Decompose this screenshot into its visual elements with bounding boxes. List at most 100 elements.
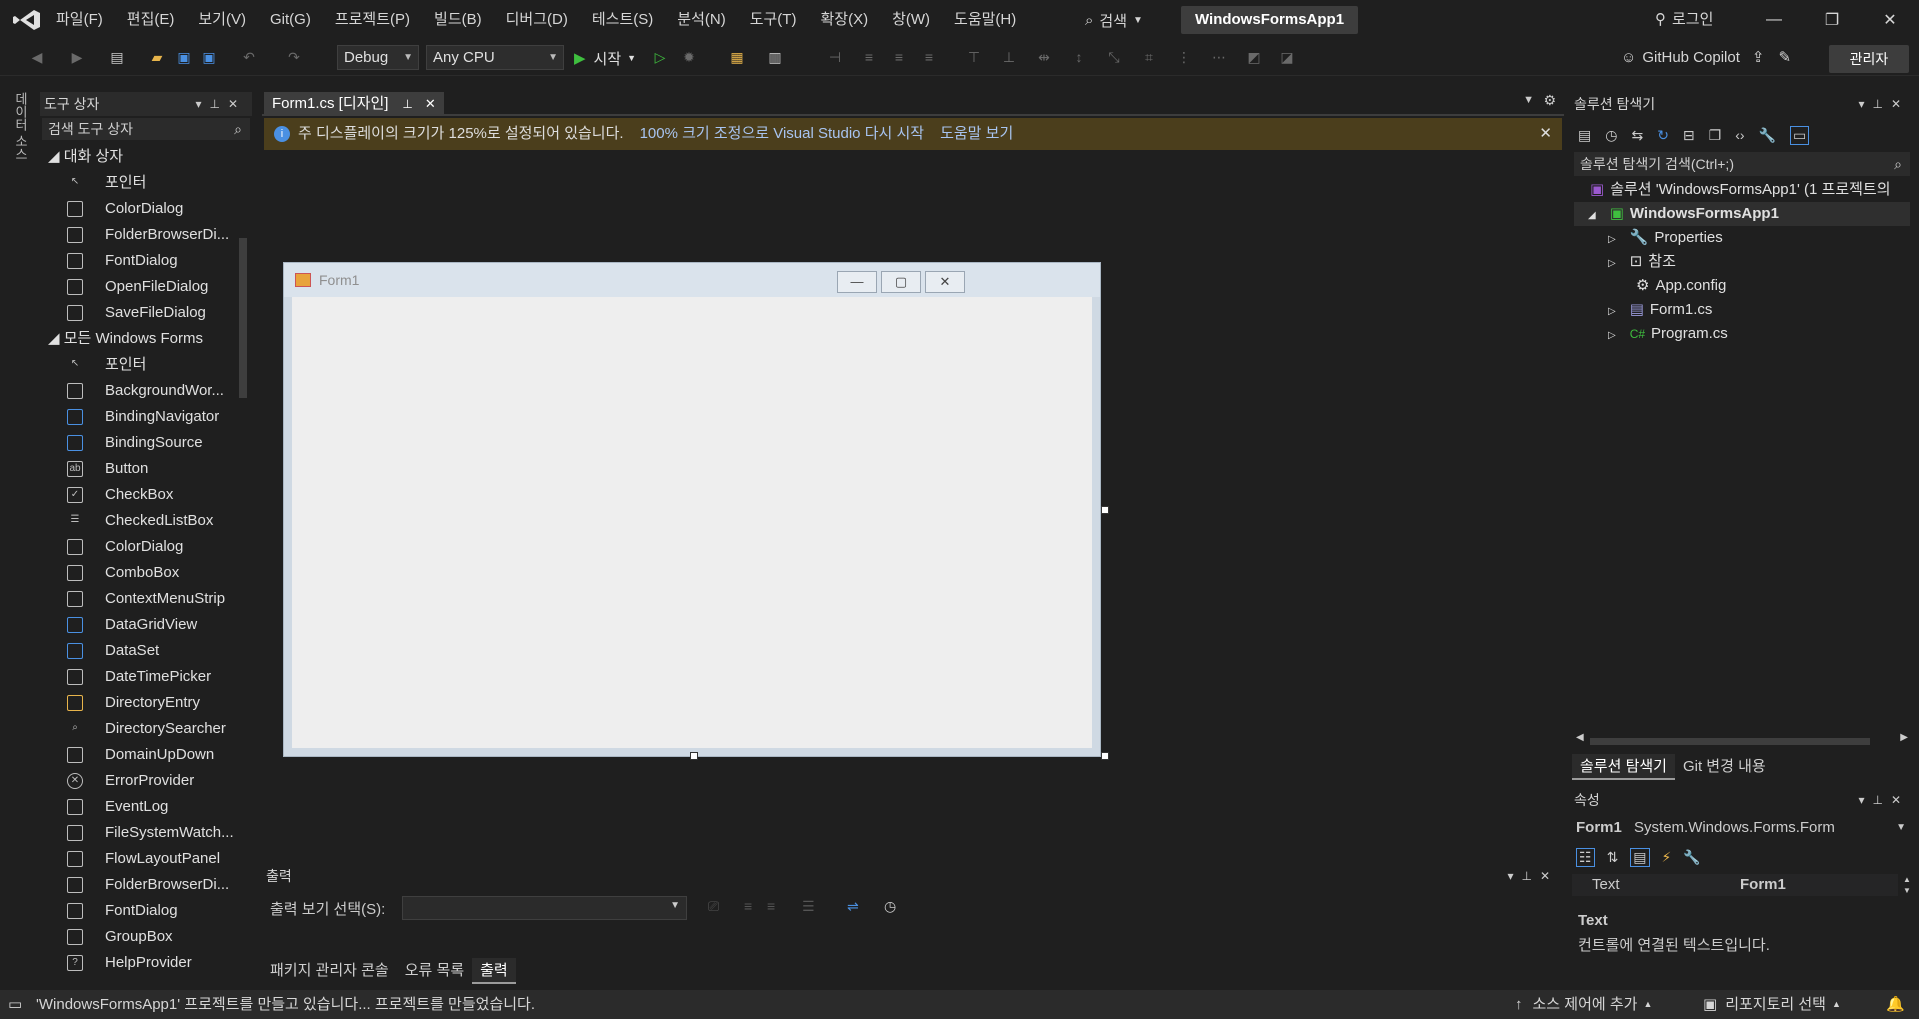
toolbox-item[interactable]: ContextMenuStrip	[40, 586, 235, 612]
forward-icon[interactable]: ▶	[68, 48, 86, 66]
panel-controls[interactable]: ▾⊥✕	[1507, 864, 1558, 888]
tree-item-properties[interactable]: ▷ 🔧 Properties	[1574, 226, 1910, 250]
properties-scrollbar[interactable]: ▲ ▼	[1902, 874, 1912, 898]
select-repository-button[interactable]: ▣ 리포지토리 선택 ▲	[1703, 990, 1841, 1019]
designer-form[interactable]: Form1 — ▢ ✕	[283, 262, 1101, 757]
property-pages-icon[interactable]: 🔧	[1683, 849, 1700, 866]
toolbox-item[interactable]: BackgroundWor...	[40, 378, 235, 404]
scrollbar-thumb[interactable]	[239, 238, 247, 398]
prev-message-icon[interactable]: ≡	[744, 898, 752, 914]
menu-debug[interactable]: 디버그(D)	[494, 0, 580, 40]
toolbox-item[interactable]: EventLog	[40, 794, 235, 820]
tree-item-references[interactable]: ▷ ⊡ 참조	[1574, 250, 1910, 274]
help-link[interactable]: 도움말 보기	[940, 125, 1013, 142]
properties-icon[interactable]: 🔧	[1759, 127, 1776, 144]
horizontal-scrollbar[interactable]: ◀ ▶	[1574, 732, 1910, 747]
switch-views-icon[interactable]: ▤	[1578, 127, 1591, 144]
panel-controls[interactable]: ▾⊥✕	[195, 92, 246, 116]
tree-item-appconfig[interactable]: ⚙ App.config	[1574, 274, 1910, 298]
snap-grid-icon[interactable]: ⌗	[1140, 48, 1158, 66]
back-icon[interactable]: ◀	[28, 48, 46, 66]
history-icon[interactable]: ◷	[1605, 127, 1617, 144]
close-icon[interactable]: ✕	[1539, 118, 1552, 150]
sync-icon[interactable]: ⇆	[1631, 127, 1643, 144]
categorized-icon[interactable]: ☷	[1576, 847, 1595, 867]
menu-analyze[interactable]: 분석(N)	[665, 0, 737, 40]
toolbox-item[interactable]: OpenFileDialog	[40, 274, 235, 300]
toolbox-item[interactable]: ✓ CheckBox	[40, 482, 235, 508]
tab-output[interactable]: 출력	[472, 958, 516, 984]
menu-file[interactable]: 파일(F)	[44, 0, 115, 40]
bell-icon[interactable]: 🔔	[1886, 990, 1905, 1019]
toolbox-item[interactable]: GroupBox	[40, 924, 235, 950]
gear-icon[interactable]: ⚙	[1543, 92, 1556, 109]
toolbox-item[interactable]: DateTimePicker	[40, 664, 235, 690]
restore-button[interactable]: ❐	[1803, 0, 1861, 40]
align-center-icon[interactable]: ≡	[890, 48, 908, 66]
save-icon[interactable]: ▣	[175, 48, 193, 66]
align-left-icon[interactable]: ≡	[860, 48, 878, 66]
toolbox-item[interactable]: ? HelpProvider	[40, 950, 235, 976]
data-sources-tab[interactable]: 데이터 소스	[11, 92, 30, 161]
restart-link[interactable]: 100% 크기 조정으로 Visual Studio 다시 시작	[640, 125, 925, 142]
tree-item-form1[interactable]: ▷ ▤ Form1.cs	[1574, 298, 1910, 322]
toolbox-item[interactable]: BindingNavigator	[40, 404, 235, 430]
new-project-icon[interactable]: ▤	[108, 48, 126, 66]
form-close-button[interactable]: ✕	[925, 271, 965, 293]
events-icon[interactable]: ⚡	[1662, 849, 1672, 866]
add-to-source-control-button[interactable]: ↑ 소스 제어에 추가 ▲	[1515, 990, 1652, 1019]
menu-project[interactable]: 프로젝트(P)	[323, 0, 422, 40]
clear-all-icon[interactable]: ⎚	[708, 898, 719, 915]
output-source-select[interactable]: ▼	[402, 896, 687, 920]
form-maximize-button[interactable]: ▢	[881, 271, 921, 293]
toolbox-item[interactable]: FlowLayoutPanel	[40, 846, 235, 872]
menu-edit[interactable]: 편집(E)	[115, 0, 187, 40]
menu-extensions[interactable]: 확장(X)	[808, 0, 880, 40]
collapse-all-icon[interactable]: ⊟	[1683, 127, 1695, 144]
toolbox-item[interactable]: FontDialog	[40, 898, 235, 924]
vertical-spacing-icon[interactable]: ⋯	[1210, 48, 1228, 66]
toolbox-group-dialogs[interactable]: ◢ 대화 상자	[40, 144, 235, 170]
align-icon[interactable]: ⊣	[826, 48, 844, 66]
scroll-left-icon[interactable]: ◀	[1576, 732, 1584, 743]
toolbox-item[interactable]: ColorDialog	[40, 196, 235, 222]
toolbox-item[interactable]: ↖ 포인터	[40, 352, 235, 378]
menu-tools[interactable]: 도구(T)	[738, 0, 809, 40]
toolbox-item[interactable]: FolderBrowserDi...	[40, 872, 235, 898]
toolbox-item[interactable]: ColorDialog	[40, 534, 235, 560]
word-wrap-icon[interactable]: ☰	[802, 898, 815, 915]
properties-view-icon[interactable]: ▤	[1630, 847, 1650, 867]
view-code-icon[interactable]: ‹›	[1735, 127, 1744, 143]
toolbox-item[interactable]: DataGridView	[40, 612, 235, 638]
toolbox-item[interactable]: ab Button	[40, 456, 235, 482]
tab-error-list[interactable]: 오류 목록	[397, 958, 472, 984]
open-folder-icon[interactable]: ▰	[148, 48, 166, 66]
menu-help[interactable]: 도움말(H)	[942, 0, 1028, 40]
panel-controls[interactable]: ▾⊥✕	[1858, 92, 1909, 116]
toolbox-item[interactable]: DataSet	[40, 638, 235, 664]
toolbox-item[interactable]: FontDialog	[40, 248, 235, 274]
redo-icon[interactable]: ↷	[285, 48, 303, 66]
size-width-icon[interactable]: ⇹	[1035, 48, 1053, 66]
pin-icon[interactable]: ⊥	[402, 92, 412, 116]
scroll-right-icon[interactable]: ▶	[1900, 732, 1908, 743]
bring-front-icon[interactable]: ◩	[1245, 48, 1263, 66]
clock-icon[interactable]: ◷	[884, 898, 896, 915]
tab-form1-design[interactable]: Form1.cs [디자인] ⊥ ✕	[264, 92, 444, 116]
tree-project[interactable]: ◢ ▣ WindowsFormsApp1	[1574, 202, 1910, 226]
github-copilot-button[interactable]: ☺ GitHub Copilot ⇪ ✎	[1621, 48, 1791, 67]
spacing-icon[interactable]: ⋮	[1175, 48, 1193, 66]
global-search[interactable]: ⌕ 검색 ▼	[1085, 8, 1143, 32]
panel-controls[interactable]: ▾⊥✕	[1858, 788, 1909, 812]
menu-test[interactable]: 테스트(S)	[580, 0, 665, 40]
preview-icon[interactable]: ▭	[1789, 125, 1810, 145]
tab-solution-explorer[interactable]: 솔루션 탐색기	[1572, 754, 1675, 780]
toolbox-item[interactable]: DomainUpDown	[40, 742, 235, 768]
send-back-icon[interactable]: ◪	[1278, 48, 1296, 66]
align-top-icon[interactable]: ⊤	[965, 48, 983, 66]
tab-git-changes[interactable]: Git 변경 내용	[1675, 754, 1774, 780]
form-minimize-button[interactable]: —	[837, 271, 877, 293]
refresh-icon[interactable]: ↻	[1657, 127, 1669, 144]
tree-solution[interactable]: ▣ 솔루션 'WindowsFormsApp1' (1 프로젝트의	[1574, 178, 1910, 202]
toolbox-item[interactable]: ↖ 포인터	[40, 170, 235, 196]
